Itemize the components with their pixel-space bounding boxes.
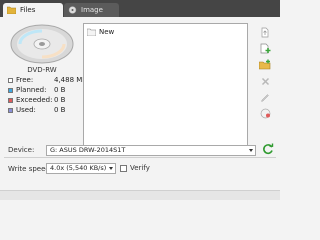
tab-files-label: Files [20,6,36,14]
device-label: Device: [8,146,35,154]
verify-checkbox[interactable] [120,165,127,172]
properties-button[interactable] [258,106,272,120]
rename-icon [261,94,269,102]
exceeded-swatch [8,98,13,103]
move-up-button[interactable] [258,25,272,39]
tree-root-label: New [99,27,115,36]
move-up-icon [261,27,269,37]
stat-used-label: Used: [16,106,36,114]
stat-exceeded: Exceeded: 0 B [8,96,80,105]
chevron-down-icon [109,167,113,170]
write-speed-label: Write speed [8,165,50,173]
file-tree[interactable]: New [83,23,248,148]
device-select[interactable]: G: ASUS DRW-2014S1T [46,145,256,156]
stat-used-value: 0 B [54,106,66,114]
tab-bar: Files Image [0,0,280,17]
stat-exceeded-label: Exceeded: [16,96,53,104]
remove-icon [261,77,269,85]
add-folder-button[interactable] [258,57,272,71]
capacity-stats: Free: 4,488 MB Planned: 0 B Exceeded: 0 … [8,76,87,116]
disc-image-icon [68,6,77,14]
stat-planned: Planned: 0 B [8,86,80,95]
folder-icon [7,6,16,14]
disc-icon [10,24,74,64]
stat-free-label: Free: [16,76,34,84]
free-swatch [8,78,13,83]
stat-planned-value: 0 B [54,86,66,94]
status-footer [0,190,280,200]
write-speed-value: 4.0x (5,540 KB/s) [50,164,107,172]
tab-image-label: Image [81,6,103,14]
folder-icon [87,28,96,36]
chevron-down-icon [249,149,253,152]
disc-type-label: DVD-RW [27,66,57,74]
stat-planned-label: Planned: [16,86,47,94]
write-speed-select[interactable]: 4.0x (5,540 KB/s) [46,163,116,174]
remove-button[interactable] [258,74,272,88]
properties-icon [260,108,270,118]
stat-used: Used: 0 B [8,106,80,115]
tab-image[interactable]: Image [64,3,119,17]
add-folder-icon [259,59,271,69]
refresh-icon[interactable] [262,143,274,155]
rename-button[interactable] [258,90,272,104]
stat-free: Free: 4,488 MB [8,76,87,85]
device-select-value: G: ASUS DRW-2014S1T [50,146,126,154]
used-swatch [8,108,13,113]
add-file-icon [260,43,270,53]
verify-label: Verify [130,164,150,172]
stat-exceeded-value: 0 B [54,96,66,104]
tree-root-item[interactable]: New [87,27,114,36]
separator [4,157,276,158]
tab-files[interactable]: Files [3,3,63,17]
planned-swatch [8,88,13,93]
add-file-button[interactable] [258,41,272,55]
